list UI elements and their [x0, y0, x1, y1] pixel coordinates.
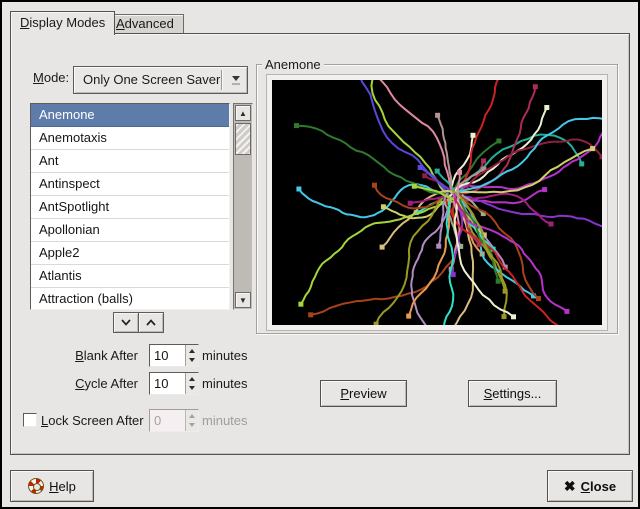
settings-button-label: Settings...: [484, 386, 542, 401]
dropdown-separator: [221, 70, 223, 90]
tab-advanced-label-rest: dvanced: [125, 16, 174, 31]
list-item[interactable]: Anemotaxis: [31, 127, 229, 150]
spin-up-button[interactable]: [186, 373, 198, 384]
lifebuoy-icon: [28, 478, 44, 494]
list-item[interactable]: AntSpotlight: [31, 196, 229, 219]
anemone-preview-drawing: [272, 80, 602, 325]
preview-screen: [272, 80, 602, 325]
blank-after-spinbox: [149, 344, 199, 367]
blank-after-label: Blank After: [31, 344, 138, 367]
spin-down-button: [186, 421, 198, 432]
lock-after-spinbox: [149, 409, 199, 432]
mode-dropdown[interactable]: Only One Screen Saver: [73, 66, 248, 94]
tab-display-modes-label-rest: isplay Modes: [29, 15, 105, 30]
preview-mat: [266, 74, 608, 331]
blank-after-input[interactable]: [150, 345, 185, 366]
move-down-button[interactable]: [113, 312, 139, 333]
chevron-up-icon: [145, 318, 157, 327]
list-item[interactable]: Attraction (balls): [31, 288, 229, 310]
chevron-shadow: [232, 83, 240, 85]
lock-screen-label: Lock Screen After: [41, 409, 144, 432]
list-item[interactable]: Anemone: [31, 104, 229, 127]
tab-display-modes[interactable]: Display Modes: [10, 11, 115, 35]
chevron-down-icon: [120, 318, 132, 327]
list-item[interactable]: Apollonian: [31, 219, 229, 242]
list-item[interactable]: Atlantis: [31, 265, 229, 288]
close-x-icon: ✖: [564, 478, 576, 495]
scrollbar-thumb[interactable]: [235, 123, 251, 155]
scroll-up-icon: ▲: [239, 109, 247, 118]
lock-after-input: [150, 410, 185, 431]
tab-display-modes-label: D: [20, 15, 29, 30]
list-item[interactable]: Ant: [31, 150, 229, 173]
blank-minutes-label: minutes: [202, 344, 248, 367]
list-item[interactable]: Antinspect: [31, 173, 229, 196]
settings-button[interactable]: Settings...: [468, 380, 557, 407]
cycle-minutes-label: minutes: [202, 372, 248, 395]
lock-after-spin-arrows: [185, 410, 198, 431]
spin-down-icon: [189, 386, 195, 393]
spin-up-icon: [189, 411, 195, 418]
mode-label: Mode:: [33, 68, 69, 88]
spin-up-icon: [189, 374, 195, 381]
preview-group-title: Anemone: [262, 57, 324, 72]
spin-down-icon: [189, 358, 195, 365]
preview-button-label: Preview: [340, 386, 386, 401]
tab-advanced[interactable]: Advanced: [106, 14, 184, 33]
screensaver-list: Anemone Anemotaxis Ant Antinspect AntSpo…: [30, 103, 230, 310]
tab-advanced-label: A: [116, 16, 125, 31]
list-item[interactable]: Apple2: [31, 242, 229, 265]
xscreensaver-preferences-window: Display Modes Advanced Mode: Only One Sc…: [0, 0, 640, 509]
spin-up-button: [186, 410, 198, 421]
help-button[interactable]: Help: [10, 470, 94, 502]
list-scrollbar[interactable]: ▲ ▼: [233, 103, 253, 310]
cycle-after-spinbox: [149, 372, 199, 395]
scroll-down-button[interactable]: ▼: [235, 292, 251, 308]
spin-down-button[interactable]: [186, 384, 198, 395]
spin-down-button[interactable]: [186, 356, 198, 367]
scroll-down-icon: ▼: [239, 296, 247, 305]
lock-minutes-label: minutes: [202, 409, 248, 432]
spin-up-button[interactable]: [186, 345, 198, 356]
close-button-label: Close: [581, 479, 616, 494]
spin-down-icon: [189, 423, 195, 430]
scroll-up-button[interactable]: ▲: [235, 105, 251, 121]
cycle-after-spin-arrows: [185, 373, 198, 394]
lock-screen-checkbox[interactable]: [23, 413, 37, 427]
preview-button[interactable]: Preview: [320, 380, 407, 407]
cycle-after-label: Cycle After: [31, 372, 138, 395]
close-button[interactable]: ✖ Close: [547, 470, 633, 502]
move-up-button[interactable]: [138, 312, 164, 333]
spin-up-icon: [189, 346, 195, 353]
cycle-after-input[interactable]: [150, 373, 185, 394]
mode-dropdown-value: Only One Screen Saver: [83, 72, 220, 87]
help-button-label: Help: [49, 479, 76, 494]
blank-after-spin-arrows: [185, 345, 198, 366]
